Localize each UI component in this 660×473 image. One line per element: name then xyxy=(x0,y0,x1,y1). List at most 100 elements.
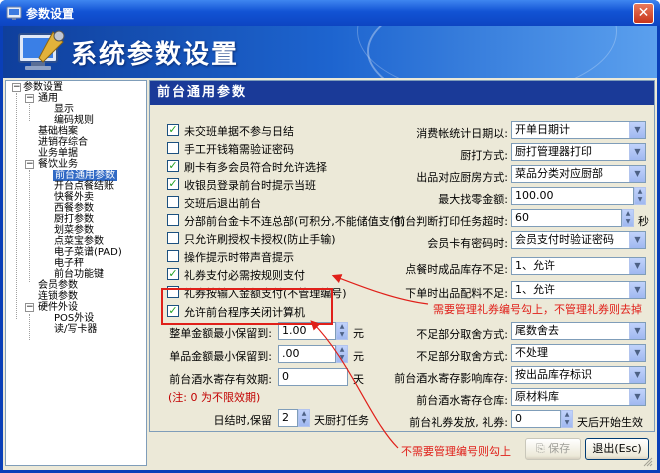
tree-item[interactable]: 会员参数 xyxy=(38,280,78,291)
coupon-issue-suffix: 天后开始生效 xyxy=(577,416,643,429)
tree-line xyxy=(29,170,30,282)
tree-item[interactable]: 开台点餐结账 xyxy=(54,181,114,192)
tree-item[interactable]: 电子秤 xyxy=(54,258,84,269)
chevron-down-icon[interactable]: ▼ xyxy=(629,323,645,339)
tree-item[interactable]: 连锁参数 xyxy=(38,291,78,302)
close-button[interactable]: ✕ xyxy=(633,3,654,24)
print-timeout-input[interactable]: 60 xyxy=(511,209,622,227)
checkbox-label: 未交班单据不参与日结 xyxy=(184,125,294,138)
tree-line xyxy=(29,314,30,340)
tree-item[interactable]: 划菜参数 xyxy=(54,225,94,236)
checkbox-box[interactable] xyxy=(167,214,179,226)
header-banner: 系统参数设置 xyxy=(3,26,657,78)
tree-item[interactable]: 通用 xyxy=(38,93,58,104)
tree-item[interactable]: 基础档案 xyxy=(38,126,78,137)
rounding-mode-select[interactable]: 尾数舍去 ▼ xyxy=(511,322,646,340)
tree-item[interactable]: POS外设 xyxy=(54,313,94,324)
checkbox-box[interactable]: ✓ xyxy=(167,160,179,172)
checkbox-box[interactable]: ✓ xyxy=(167,178,179,190)
daily-days-input[interactable]: 2 xyxy=(278,409,298,427)
chevron-down-icon[interactable]: ▼ xyxy=(629,258,645,274)
member-password-select[interactable]: 会员支付时验证密码 ▼ xyxy=(511,231,646,249)
save-button[interactable]: ⎘ 保存 xyxy=(525,438,581,460)
tree-item[interactable]: 显示 xyxy=(54,104,74,115)
resize-grip-icon[interactable] xyxy=(643,457,653,467)
checkbox-box[interactable]: ✓ xyxy=(167,268,179,280)
kitchen-map-select[interactable]: 菜品分类对应厨部 ▼ xyxy=(511,165,646,183)
ingredient-short-select[interactable]: 1、允许 ▼ xyxy=(511,281,646,299)
coupon-issue-input[interactable]: 0 xyxy=(511,410,561,428)
daily-days-spinner[interactable]: ▲ ▼ xyxy=(298,409,310,427)
checkbox-label: 交班后退出前台 xyxy=(184,197,261,210)
whole-round-spinner[interactable]: ▲ ▼ xyxy=(336,322,348,340)
coupon-issue-spinner[interactable]: ▲ ▼ xyxy=(561,410,573,428)
tree-collapse-toggle[interactable]: − xyxy=(25,303,34,312)
kitchen-print-label: 厨打方式: xyxy=(460,149,508,162)
rounding-mode-2-select[interactable]: 不处理 ▼ xyxy=(511,344,646,362)
annotation-note-bottom: 不需要管理编号则勾上 xyxy=(401,445,511,458)
single-round-input[interactable]: .00 xyxy=(278,345,336,363)
wine-warehouse-select[interactable]: 原材料库 ▼ xyxy=(511,388,646,406)
max-change-input[interactable]: 100.00 xyxy=(511,187,634,205)
chevron-down-icon[interactable]: ▼ xyxy=(629,345,645,361)
tree-item[interactable]: 电子菜谱(PAD) xyxy=(54,247,122,258)
checkbox-label: 收银员登录前台时提示当班 xyxy=(184,179,316,192)
single-round-spinner[interactable]: ▲ ▼ xyxy=(336,345,348,363)
print-timeout-spinner[interactable]: ▲ ▼ xyxy=(622,209,634,227)
wine-stock-label: 前台酒水寄存影响库存: xyxy=(394,372,508,385)
kitchen-print-select[interactable]: 厨打管理器打印 ▼ xyxy=(511,143,646,161)
chevron-down-icon[interactable]: ▼ xyxy=(629,166,645,182)
tree-collapse-toggle[interactable]: − xyxy=(25,94,34,103)
field-value: 厨打管理器打印 xyxy=(515,145,592,158)
tree-item[interactable]: 前台功能键 xyxy=(54,269,104,280)
tree-item[interactable]: 硬件外设 xyxy=(38,302,78,313)
chevron-down-icon[interactable]: ▼ xyxy=(629,144,645,160)
field-value: 开单日期计 xyxy=(515,123,570,136)
tree-item[interactable]: 编码规则 xyxy=(54,115,94,126)
day-unit: 天 xyxy=(353,373,364,386)
tree-collapse-toggle[interactable]: − xyxy=(25,160,34,169)
max-change-spinner[interactable]: ▲ ▼ xyxy=(634,187,646,205)
tree-line xyxy=(29,104,30,121)
chevron-down-icon[interactable]: ▼ xyxy=(629,232,645,248)
tree-item[interactable]: 点菜宝参数 xyxy=(54,236,104,247)
checkbox-label: 手工开钱箱需验证密码 xyxy=(184,143,294,156)
chevron-down-icon[interactable]: ▼ xyxy=(629,367,645,383)
exit-button[interactable]: 退出(Esc) xyxy=(585,438,649,460)
wine-stock-select[interactable]: 按出品库存标识 ▼ xyxy=(511,366,646,384)
annotation-highlight-box xyxy=(161,288,333,325)
tree-item[interactable]: 厨打参数 xyxy=(54,214,94,225)
stat-date-select[interactable]: 开单日期计 ▼ xyxy=(511,121,646,139)
settings-panel: 前台通用参数 ✓ 未交班单据不参与日结 手工开钱箱需验证密码 ✓ 刷卡有多会员符… xyxy=(149,80,655,432)
yuan-unit: 元 xyxy=(353,350,364,363)
tree-item[interactable]: 读/写卡器 xyxy=(54,324,97,335)
field-value: 按出品库存标识 xyxy=(515,368,592,381)
window-title: 参数设置 xyxy=(26,7,75,21)
settings-window: 参数设置 ✕ 系统参数设置 − 参数设置 − 通用 显示 编码规则 基础档案 进… xyxy=(0,0,660,473)
field-value: 60 xyxy=(515,211,529,224)
chevron-down-icon[interactable]: ▼ xyxy=(629,282,645,298)
chevron-down-icon[interactable]: ▼ xyxy=(629,122,645,138)
tree-item[interactable]: 西餐参数 xyxy=(54,203,94,214)
tree-item-selected[interactable]: 前台通用参数 xyxy=(53,170,117,181)
wine-valid-input[interactable]: 0 xyxy=(278,368,348,386)
chevron-down-icon[interactable]: ▼ xyxy=(629,389,645,405)
checkbox-box[interactable] xyxy=(167,250,179,262)
tree-item[interactable]: 快餐外卖 xyxy=(54,192,94,203)
stock-short-select[interactable]: 1、允许 ▼ xyxy=(511,257,646,275)
field-value: 原材料库 xyxy=(515,390,559,403)
yuan-unit: 元 xyxy=(353,327,364,340)
checkbox-box[interactable] xyxy=(167,232,179,244)
tree-collapse-toggle[interactable]: − xyxy=(12,83,21,92)
print-timeout-label: 前台判断打印任务超时: xyxy=(394,215,508,228)
checkbox-box[interactable]: ✓ xyxy=(167,124,179,136)
tree-line xyxy=(16,93,17,319)
tree-item[interactable]: 进销存综合 xyxy=(38,137,88,148)
tree-item[interactable]: 餐饮业务 xyxy=(38,159,78,170)
tree-item[interactable]: 业务单据 xyxy=(38,148,78,159)
field-value: 1、允许 xyxy=(515,259,555,272)
checkbox-box[interactable] xyxy=(167,142,179,154)
checkbox-box[interactable] xyxy=(167,196,179,208)
tree-item[interactable]: 参数设置 xyxy=(23,82,63,93)
ingredient-short-label: 下单时出品配料不足: xyxy=(405,287,508,300)
